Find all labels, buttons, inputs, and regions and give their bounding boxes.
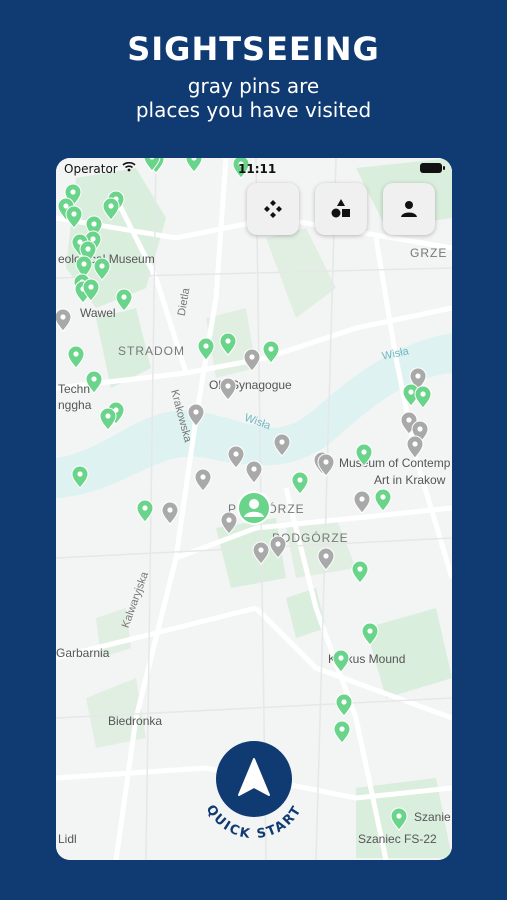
user-location-icon[interactable]: [236, 490, 272, 526]
visited-pin-3[interactable]: [187, 403, 205, 427]
page-title: SIGHTSEEING: [127, 30, 380, 68]
visited-pin-6[interactable]: [245, 460, 263, 484]
visited-pin-13[interactable]: [406, 435, 424, 459]
carrier-label: Operator: [64, 162, 118, 176]
visited-pin-1[interactable]: [243, 348, 261, 372]
visited-pin-0[interactable]: [56, 308, 72, 332]
wifi-icon: [122, 161, 136, 175]
visited-pin-15[interactable]: [161, 501, 179, 525]
unvisited-pin-25[interactable]: [374, 488, 392, 512]
visited-pin-19[interactable]: [317, 547, 335, 571]
shapes-button[interactable]: [315, 183, 367, 235]
unvisited-pin-28[interactable]: [71, 465, 89, 489]
subtitle-line-2: places you have visited: [135, 98, 372, 122]
unvisited-pin-23[interactable]: [414, 385, 432, 409]
visited-pin-14[interactable]: [353, 490, 371, 514]
unvisited-pin-26[interactable]: [291, 471, 309, 495]
unvisited-pin-17[interactable]: [262, 340, 280, 364]
phone-screen: STRADOM Old Synagogue Dietla Krakowska W…: [56, 158, 452, 860]
visited-pin-2[interactable]: [219, 377, 237, 401]
quick-start-button[interactable]: QUICK START: [189, 741, 319, 860]
unvisited-pin-34[interactable]: [390, 807, 408, 831]
status-bar: Operator 11:11: [56, 158, 452, 180]
person-icon: [401, 201, 417, 217]
visited-pin-4[interactable]: [273, 433, 291, 457]
shapes-icon: [331, 199, 350, 218]
battery-icon: [420, 163, 445, 173]
unvisited-pin-19[interactable]: [85, 370, 103, 394]
unvisited-pin-30[interactable]: [361, 622, 379, 646]
visited-pin-16[interactable]: [220, 511, 238, 535]
unvisited-pin-21[interactable]: [99, 407, 117, 431]
unvisited-pin-2[interactable]: [65, 205, 83, 229]
unvisited-pin-33[interactable]: [333, 720, 351, 744]
unvisited-pin-16[interactable]: [219, 332, 237, 356]
unvisited-pin-15[interactable]: [197, 337, 215, 361]
unvisited-pin-18[interactable]: [67, 345, 85, 369]
unvisited-pin-32[interactable]: [335, 693, 353, 717]
unvisited-pin-31[interactable]: [332, 649, 350, 673]
unvisited-pin-4[interactable]: [102, 197, 120, 221]
unvisited-pin-24[interactable]: [355, 443, 373, 467]
subtitle-line-1: gray pins are: [187, 74, 320, 98]
profile-button[interactable]: [383, 183, 435, 235]
visited-pin-17[interactable]: [252, 541, 270, 565]
visited-pin-7[interactable]: [194, 468, 212, 492]
gamepad-icon: [264, 200, 282, 218]
unvisited-pin-10[interactable]: [93, 257, 111, 281]
unvisited-pin-27[interactable]: [136, 499, 154, 523]
status-time: 11:11: [238, 162, 277, 176]
unvisited-pin-29[interactable]: [351, 560, 369, 584]
visited-pin-18[interactable]: [269, 535, 287, 559]
gamepad-button[interactable]: [247, 183, 299, 235]
unvisited-pin-11[interactable]: [115, 288, 133, 312]
visited-pin-5[interactable]: [227, 445, 245, 469]
